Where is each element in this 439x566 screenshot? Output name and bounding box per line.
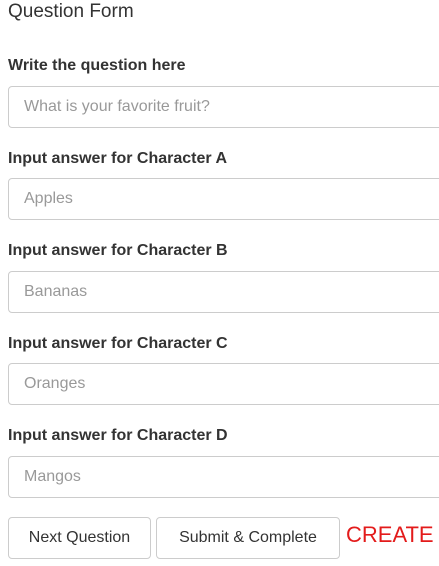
answer-c-input[interactable] <box>8 363 439 405</box>
answer-d-label: Input answer for Character D <box>8 427 228 444</box>
question-form-page: Question Form Write the question here In… <box>0 0 439 566</box>
answer-b-label: Input answer for Character B <box>8 242 228 259</box>
question-input[interactable] <box>8 86 439 128</box>
question-label: Write the question here <box>8 57 186 74</box>
answer-a-label: Input answer for Character A <box>8 150 228 167</box>
answer-b-input[interactable] <box>8 271 439 313</box>
answer-d-input[interactable] <box>8 456 439 498</box>
answer-a-input[interactable] <box>8 178 439 220</box>
form-title: Question Form <box>8 1 134 22</box>
next-question-button[interactable]: Next Question <box>8 517 151 559</box>
submit-complete-button[interactable]: Submit & Complete <box>156 517 340 559</box>
create-link[interactable]: CREATE <box>346 519 434 551</box>
answer-c-label: Input answer for Character C <box>8 335 228 352</box>
